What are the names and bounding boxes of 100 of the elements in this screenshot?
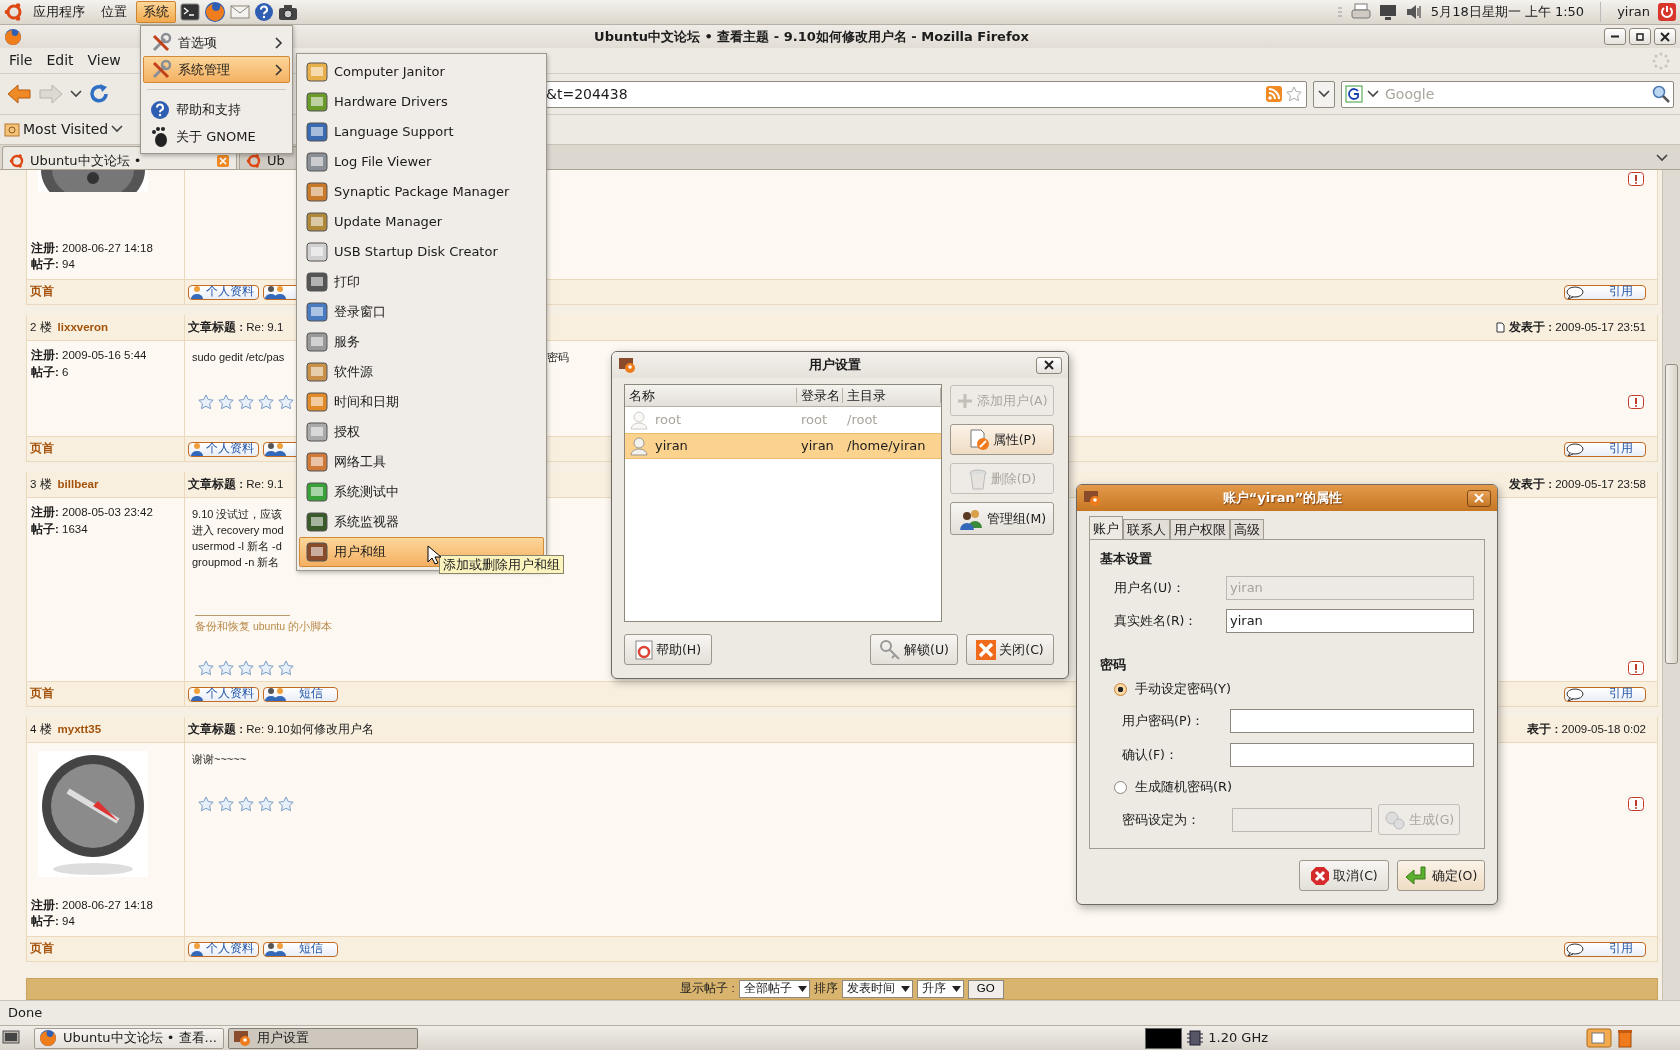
speaker-icon[interactable]: [1404, 3, 1423, 21]
column-header[interactable]: 名称: [625, 388, 797, 403]
user-row[interactable]: yiran yiran /home/yiran: [625, 433, 941, 459]
author-name[interactable]: myxtt35: [57, 722, 102, 737]
input-field[interactable]: [1230, 742, 1474, 767]
top-link[interactable]: 页首: [30, 687, 54, 701]
menu-item[interactable]: 网络工具: [299, 447, 544, 477]
profile-button[interactable]: 个人资料: [188, 284, 259, 300]
close-button[interactable]: [1654, 28, 1676, 45]
menu-item[interactable]: 时间和日期: [299, 387, 544, 417]
bookmark-star-icon[interactable]: [1286, 86, 1302, 102]
monitor-icon[interactable]: [1378, 3, 1397, 21]
taskbar-button[interactable]: Ubuntu中文论坛 • 查看...: [34, 1027, 224, 1049]
quote-button[interactable]: 引用: [1564, 686, 1646, 702]
message-button[interactable]: 短信: [263, 941, 338, 957]
menu-item[interactable]: Synaptic Package Manager: [299, 177, 544, 207]
input-field[interactable]: yiran: [1226, 608, 1474, 633]
taskbar-button[interactable]: 用户设置: [228, 1027, 418, 1049]
menu-item[interactable]: 首选项: [143, 29, 290, 56]
tab[interactable]: 用户权限: [1170, 519, 1230, 539]
menu-item[interactable]: Computer Janitor: [299, 57, 544, 87]
radio-label[interactable]: 生成随机密码(R): [1135, 779, 1233, 795]
panel-menu[interactable]: 应用程序: [26, 1, 92, 23]
ubuntu-logo-icon[interactable]: [4, 2, 24, 22]
minimize-button[interactable]: [1604, 28, 1626, 45]
menu-item[interactable]: 服务: [299, 327, 544, 357]
dropdown-button[interactable]: [1313, 80, 1335, 108]
menu-item[interactable]: Language Support: [299, 117, 544, 147]
search-icon[interactable]: [1652, 85, 1670, 103]
menu-item[interactable]: Update Manager: [299, 207, 544, 237]
report-icon[interactable]: [1628, 661, 1644, 676]
menu-item[interactable]: 打印: [299, 267, 544, 297]
menu-item[interactable]: 帮助和支持: [143, 96, 290, 123]
menu-item[interactable]: Log File Viewer: [299, 147, 544, 177]
close-button[interactable]: [1036, 356, 1062, 374]
dropdown-caret-icon[interactable]: [1367, 90, 1379, 98]
cancel-button[interactable]: 取消(C): [1299, 860, 1389, 891]
message-button[interactable]: 短信: [263, 686, 338, 702]
posts-filter-select[interactable]: 全部帖子: [738, 980, 810, 998]
help-button[interactable]: 帮助(H): [624, 634, 712, 665]
menu-item[interactable]: 系统管理: [143, 56, 290, 83]
tab-close-icon[interactable]: [216, 153, 230, 168]
maximize-button[interactable]: [1629, 28, 1651, 45]
search-engine-icon[interactable]: [1345, 85, 1363, 103]
firefox-icon[interactable]: [204, 1, 226, 23]
dropdown-caret-icon[interactable]: [70, 90, 82, 98]
go-button[interactable]: GO: [967, 979, 1004, 999]
radio-button[interactable]: [1114, 682, 1127, 696]
power-icon[interactable]: [1658, 3, 1676, 21]
help-icon[interactable]: [254, 2, 274, 22]
menu-item[interactable]: View: [82, 50, 126, 71]
terminal-icon[interactable]: [180, 3, 200, 21]
radio-label[interactable]: 手动设定密码(Y): [1135, 681, 1232, 697]
quote-button[interactable]: 引用: [1564, 941, 1646, 957]
menu-item[interactable]: Hardware Drivers: [299, 87, 544, 117]
profile-button[interactable]: 个人资料: [188, 686, 259, 702]
author-name[interactable]: lixxveron: [57, 320, 109, 335]
ok-button[interactable]: 确定(O): [1397, 860, 1485, 891]
printer-icon[interactable]: [1350, 3, 1371, 21]
clock-text[interactable]: 5月18日星期一 上午 1:50: [1430, 4, 1585, 20]
unlock-button[interactable]: 解锁(U): [870, 634, 958, 665]
column-header[interactable]: 登录名: [797, 388, 843, 403]
quote-button[interactable]: 引用: [1564, 284, 1646, 300]
panel-menu[interactable]: 系统: [136, 1, 176, 23]
menu-item[interactable]: 登录窗口: [299, 297, 544, 327]
close-button[interactable]: [1467, 489, 1491, 507]
report-icon[interactable]: [1628, 394, 1644, 409]
user-name[interactable]: yiran: [1617, 4, 1650, 20]
menu-item[interactable]: File: [4, 50, 38, 71]
report-icon[interactable]: [1628, 172, 1644, 186]
dialog-button[interactable]: 管理组(M): [949, 502, 1054, 535]
back-arrow-icon[interactable]: [6, 83, 32, 105]
top-link[interactable]: 页首: [30, 442, 54, 456]
menu-item[interactable]: 系统测试中: [299, 477, 544, 507]
panel-menu[interactable]: 位置: [94, 1, 134, 23]
report-icon[interactable]: [1628, 796, 1644, 811]
input-field[interactable]: [1230, 708, 1474, 733]
author-name[interactable]: billbear: [57, 477, 99, 492]
trash-icon[interactable]: [1616, 1028, 1634, 1048]
camera-icon[interactable]: [278, 3, 298, 21]
quote-button[interactable]: 引用: [1564, 441, 1646, 457]
applet-icon[interactable]: [1586, 1028, 1612, 1048]
tab[interactable]: 账户: [1089, 516, 1123, 539]
search-bar[interactable]: Google: [1341, 80, 1674, 108]
top-link[interactable]: 页首: [30, 942, 54, 956]
tab[interactable]: 高级: [1230, 519, 1264, 539]
profile-button[interactable]: 个人资料: [188, 441, 259, 457]
menu-item[interactable]: 软件源: [299, 357, 544, 387]
menu-item[interactable]: 系统监视器: [299, 507, 544, 537]
menu-item[interactable]: USB Startup Disk Creator: [299, 237, 544, 267]
reload-icon[interactable]: [88, 83, 110, 105]
tab[interactable]: 联系人: [1123, 519, 1170, 539]
dropdown-caret-icon[interactable]: [1656, 154, 1668, 162]
radio-button[interactable]: [1114, 780, 1127, 794]
menu-item[interactable]: Edit: [41, 50, 79, 71]
column-header[interactable]: 主目录: [843, 388, 941, 403]
bookmark-folder[interactable]: Most Visited: [4, 121, 124, 138]
menu-item[interactable]: 授权: [299, 417, 544, 447]
dialog-button[interactable]: 属性(P): [949, 424, 1054, 455]
close-button[interactable]: 关闭(C): [966, 634, 1054, 665]
